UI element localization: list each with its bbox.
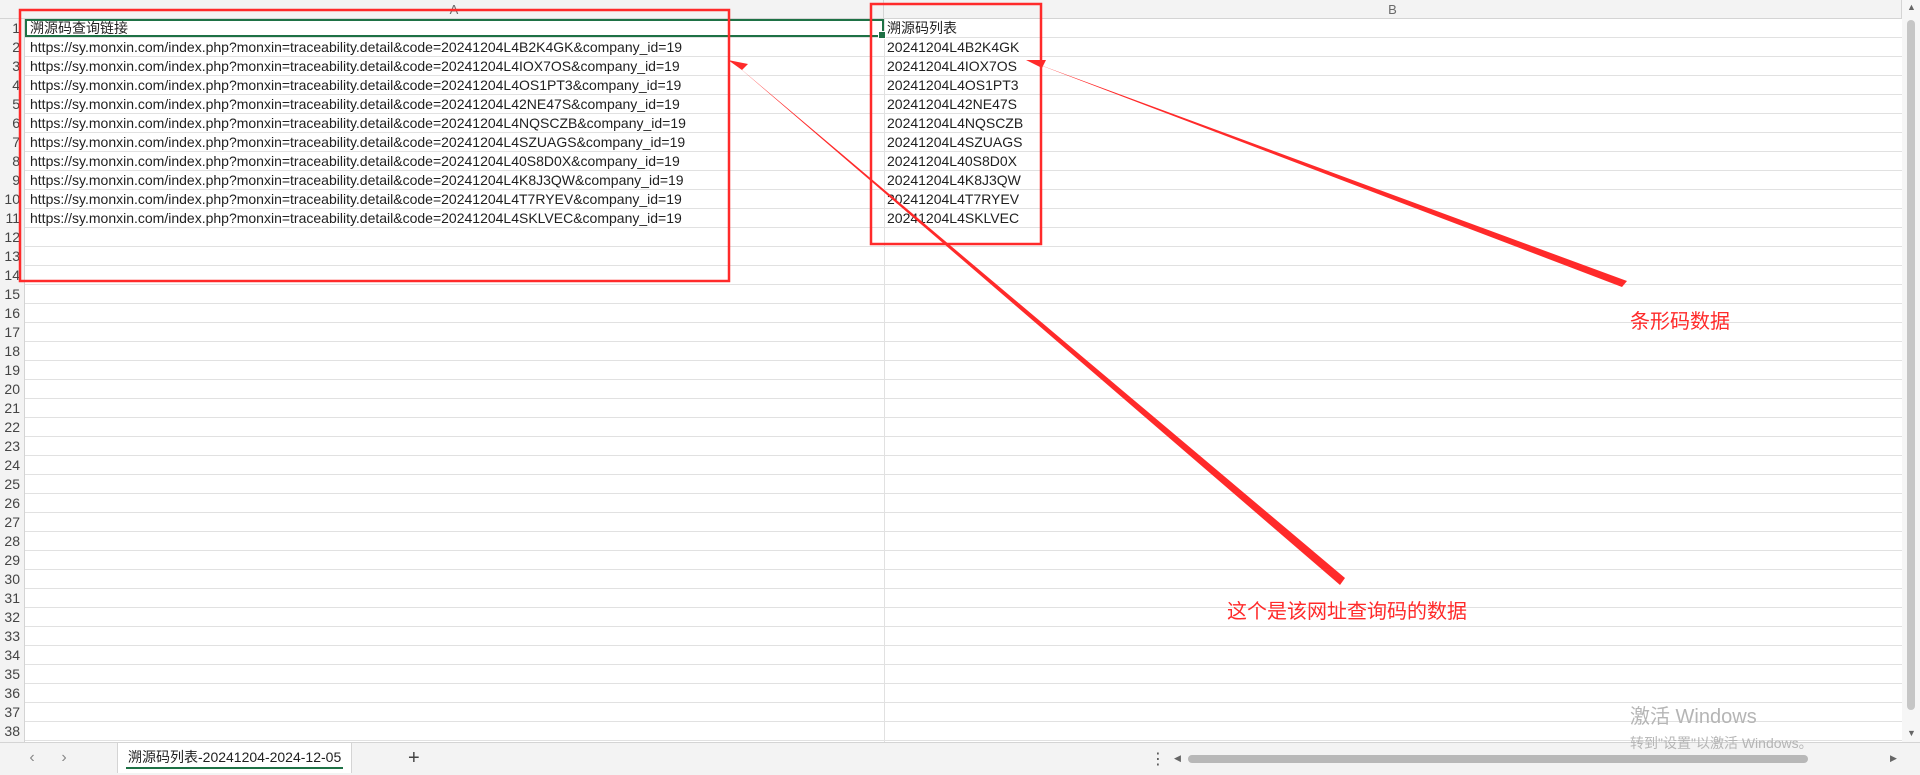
annotation-url-label: 这个是该网址查询码的数据 [1227, 601, 1467, 623]
row-header[interactable]: 9 [0, 171, 24, 190]
row-header[interactable]: 2 [0, 38, 24, 57]
cell-column-a[interactable]: https://sy.monxin.com/index.php?monxin=t… [30, 95, 680, 114]
cell-column-b[interactable]: 20241204L40S8D0X [887, 152, 1017, 171]
row-header[interactable]: 21 [0, 399, 24, 418]
table-row: https://sy.monxin.com/index.php?monxin=t… [25, 190, 1902, 209]
cell-column-b[interactable]: 20241204L4SKLVEC [887, 209, 1019, 228]
cell-column-b[interactable]: 20241204L4OS1PT3 [887, 76, 1019, 95]
row-header[interactable]: 3 [0, 57, 24, 76]
prev-sheet-icon[interactable]: ‹ [22, 749, 42, 767]
cell-column-b[interactable]: 20241204L4B2K4GK [887, 38, 1019, 57]
row-header[interactable]: 8 [0, 152, 24, 171]
row-header[interactable]: 11 [0, 209, 24, 228]
row-header[interactable]: 20 [0, 380, 24, 399]
row-header[interactable]: 38 [0, 722, 24, 741]
row-header[interactable]: 23 [0, 437, 24, 456]
row-header[interactable]: 7 [0, 133, 24, 152]
cell-column-b[interactable]: 溯源码列表 [887, 19, 957, 38]
row-header[interactable]: 31 [0, 589, 24, 608]
row-header[interactable]: 13 [0, 247, 24, 266]
row-header-bar: 1 2 3 4 5 6 7 8 9 10 11 12 13 14 15 16 17 18 19 20 21 22 23 24 2… [0, 19, 25, 742]
row-header[interactable]: 37 [0, 703, 24, 722]
cell-column-a[interactable]: https://sy.monxin.com/index.php?monxin=t… [30, 152, 680, 171]
cell-column-a[interactable]: https://sy.monxin.com/index.php?monxin=t… [30, 76, 681, 95]
cell-column-a[interactable]: https://sy.monxin.com/index.php?monxin=t… [30, 171, 684, 190]
windows-activation-watermark: 激活 Windows 转到"设置"以激活 Windows。 [1630, 700, 1813, 753]
row-header[interactable]: 32 [0, 608, 24, 627]
row-header[interactable]: 29 [0, 551, 24, 570]
horizontal-scroll-thumb[interactable] [1188, 755, 1808, 763]
row-header[interactable]: 25 [0, 475, 24, 494]
table-row: https://sy.monxin.com/index.php?monxin=t… [25, 38, 1902, 57]
cell-column-a[interactable]: https://sy.monxin.com/index.php?monxin=t… [30, 209, 682, 228]
row-header[interactable]: 4 [0, 76, 24, 95]
row-header[interactable]: 27 [0, 513, 24, 532]
row-header[interactable]: 17 [0, 323, 24, 342]
row-header[interactable]: 14 [0, 266, 24, 285]
next-sheet-icon[interactable]: › [54, 749, 74, 767]
cell-column-b[interactable]: 20241204L4IOX7OS [887, 57, 1017, 76]
cell-column-b[interactable]: 20241204L42NE47S [887, 95, 1017, 114]
column-header-b[interactable]: B [884, 0, 1902, 18]
row-header[interactable]: 5 [0, 95, 24, 114]
row-header[interactable]: 35 [0, 665, 24, 684]
table-row: https://sy.monxin.com/index.php?monxin=t… [25, 57, 1902, 76]
row-header[interactable]: 26 [0, 494, 24, 513]
cell-column-b[interactable]: 20241204L4NQSCZB [887, 114, 1023, 133]
worksheet-grid[interactable]: 溯源码查询链接 溯源码列表 https://sy.monxin.com/index.… [25, 19, 1902, 742]
cell-column-b[interactable]: 20241204L4K8J3QW [887, 171, 1021, 190]
row-header[interactable]: 12 [0, 228, 24, 247]
vertical-scrollbar[interactable]: ▲ ▼ [1902, 0, 1920, 742]
sheet-tab-active[interactable]: 溯源码列表-20241204-2024-12-05 [117, 743, 353, 773]
cell-column-b[interactable]: 20241204L4SZUAGS [887, 133, 1022, 152]
add-sheet-button[interactable]: + [408, 747, 420, 770]
watermark-subtitle: 转到"设置"以激活 Windows。 [1630, 735, 1813, 751]
column-header-a[interactable]: A [25, 0, 884, 18]
cell-column-a[interactable]: https://sy.monxin.com/index.php?monxin=t… [30, 57, 680, 76]
scroll-down-icon[interactable]: ▼ [1907, 728, 1916, 738]
table-row: https://sy.monxin.com/index.php?monxin=t… [25, 95, 1902, 114]
horizontal-scrollbar[interactable]: ◀ ▶ [1172, 753, 1902, 765]
table-row: https://sy.monxin.com/index.php?monxin=t… [25, 171, 1902, 190]
row-header[interactable]: 24 [0, 456, 24, 475]
table-row: https://sy.monxin.com/index.php?monxin=t… [25, 152, 1902, 171]
sheet-tab-label: 溯源码列表-20241204-2024-12-05 [128, 749, 342, 765]
column-header-bar: A B [0, 0, 1902, 19]
row-header[interactable]: 33 [0, 627, 24, 646]
table-row: https://sy.monxin.com/index.php?monxin=t… [25, 209, 1902, 228]
row-header[interactable]: 22 [0, 418, 24, 437]
annotation-barcode-label: 条形码数据 [1630, 311, 1730, 333]
watermark-title: 激活 Windows [1630, 706, 1757, 728]
row-header[interactable]: 34 [0, 646, 24, 665]
scroll-left-icon[interactable]: ◀ [1174, 753, 1181, 764]
scroll-up-icon[interactable]: ▲ [1907, 2, 1916, 12]
table-row: 溯源码查询链接 溯源码列表 [25, 19, 1902, 38]
cell-column-a[interactable]: https://sy.monxin.com/index.php?monxin=t… [30, 38, 682, 57]
row-header[interactable]: 6 [0, 114, 24, 133]
table-row: https://sy.monxin.com/index.php?monxin=t… [25, 114, 1902, 133]
scroll-right-icon[interactable]: ▶ [1890, 753, 1897, 764]
cell-column-a[interactable]: https://sy.monxin.com/index.php?monxin=t… [30, 114, 686, 133]
row-header[interactable]: 10 [0, 190, 24, 209]
table-row: https://sy.monxin.com/index.php?monxin=t… [25, 133, 1902, 152]
row-header[interactable]: 19 [0, 361, 24, 380]
row-header[interactable]: 16 [0, 304, 24, 323]
row-header[interactable]: 18 [0, 342, 24, 361]
cell-column-a[interactable]: https://sy.monxin.com/index.php?monxin=t… [30, 133, 685, 152]
cell-column-b[interactable]: 20241204L4T7RYEV [887, 190, 1019, 209]
row-header[interactable]: 1 [0, 19, 24, 38]
cell-column-a[interactable]: 溯源码查询链接 [30, 19, 128, 38]
row-header[interactable]: 30 [0, 570, 24, 589]
sheet-tab-underline [126, 767, 344, 769]
cell-column-a[interactable]: https://sy.monxin.com/index.php?monxin=t… [30, 190, 682, 209]
table-row: https://sy.monxin.com/index.php?monxin=t… [25, 76, 1902, 95]
row-header[interactable]: 28 [0, 532, 24, 551]
row-header[interactable]: 15 [0, 285, 24, 304]
vertical-scroll-thumb[interactable] [1907, 20, 1915, 710]
row-header[interactable]: 36 [0, 684, 24, 703]
more-options-icon[interactable]: ⋮ [1150, 749, 1166, 769]
